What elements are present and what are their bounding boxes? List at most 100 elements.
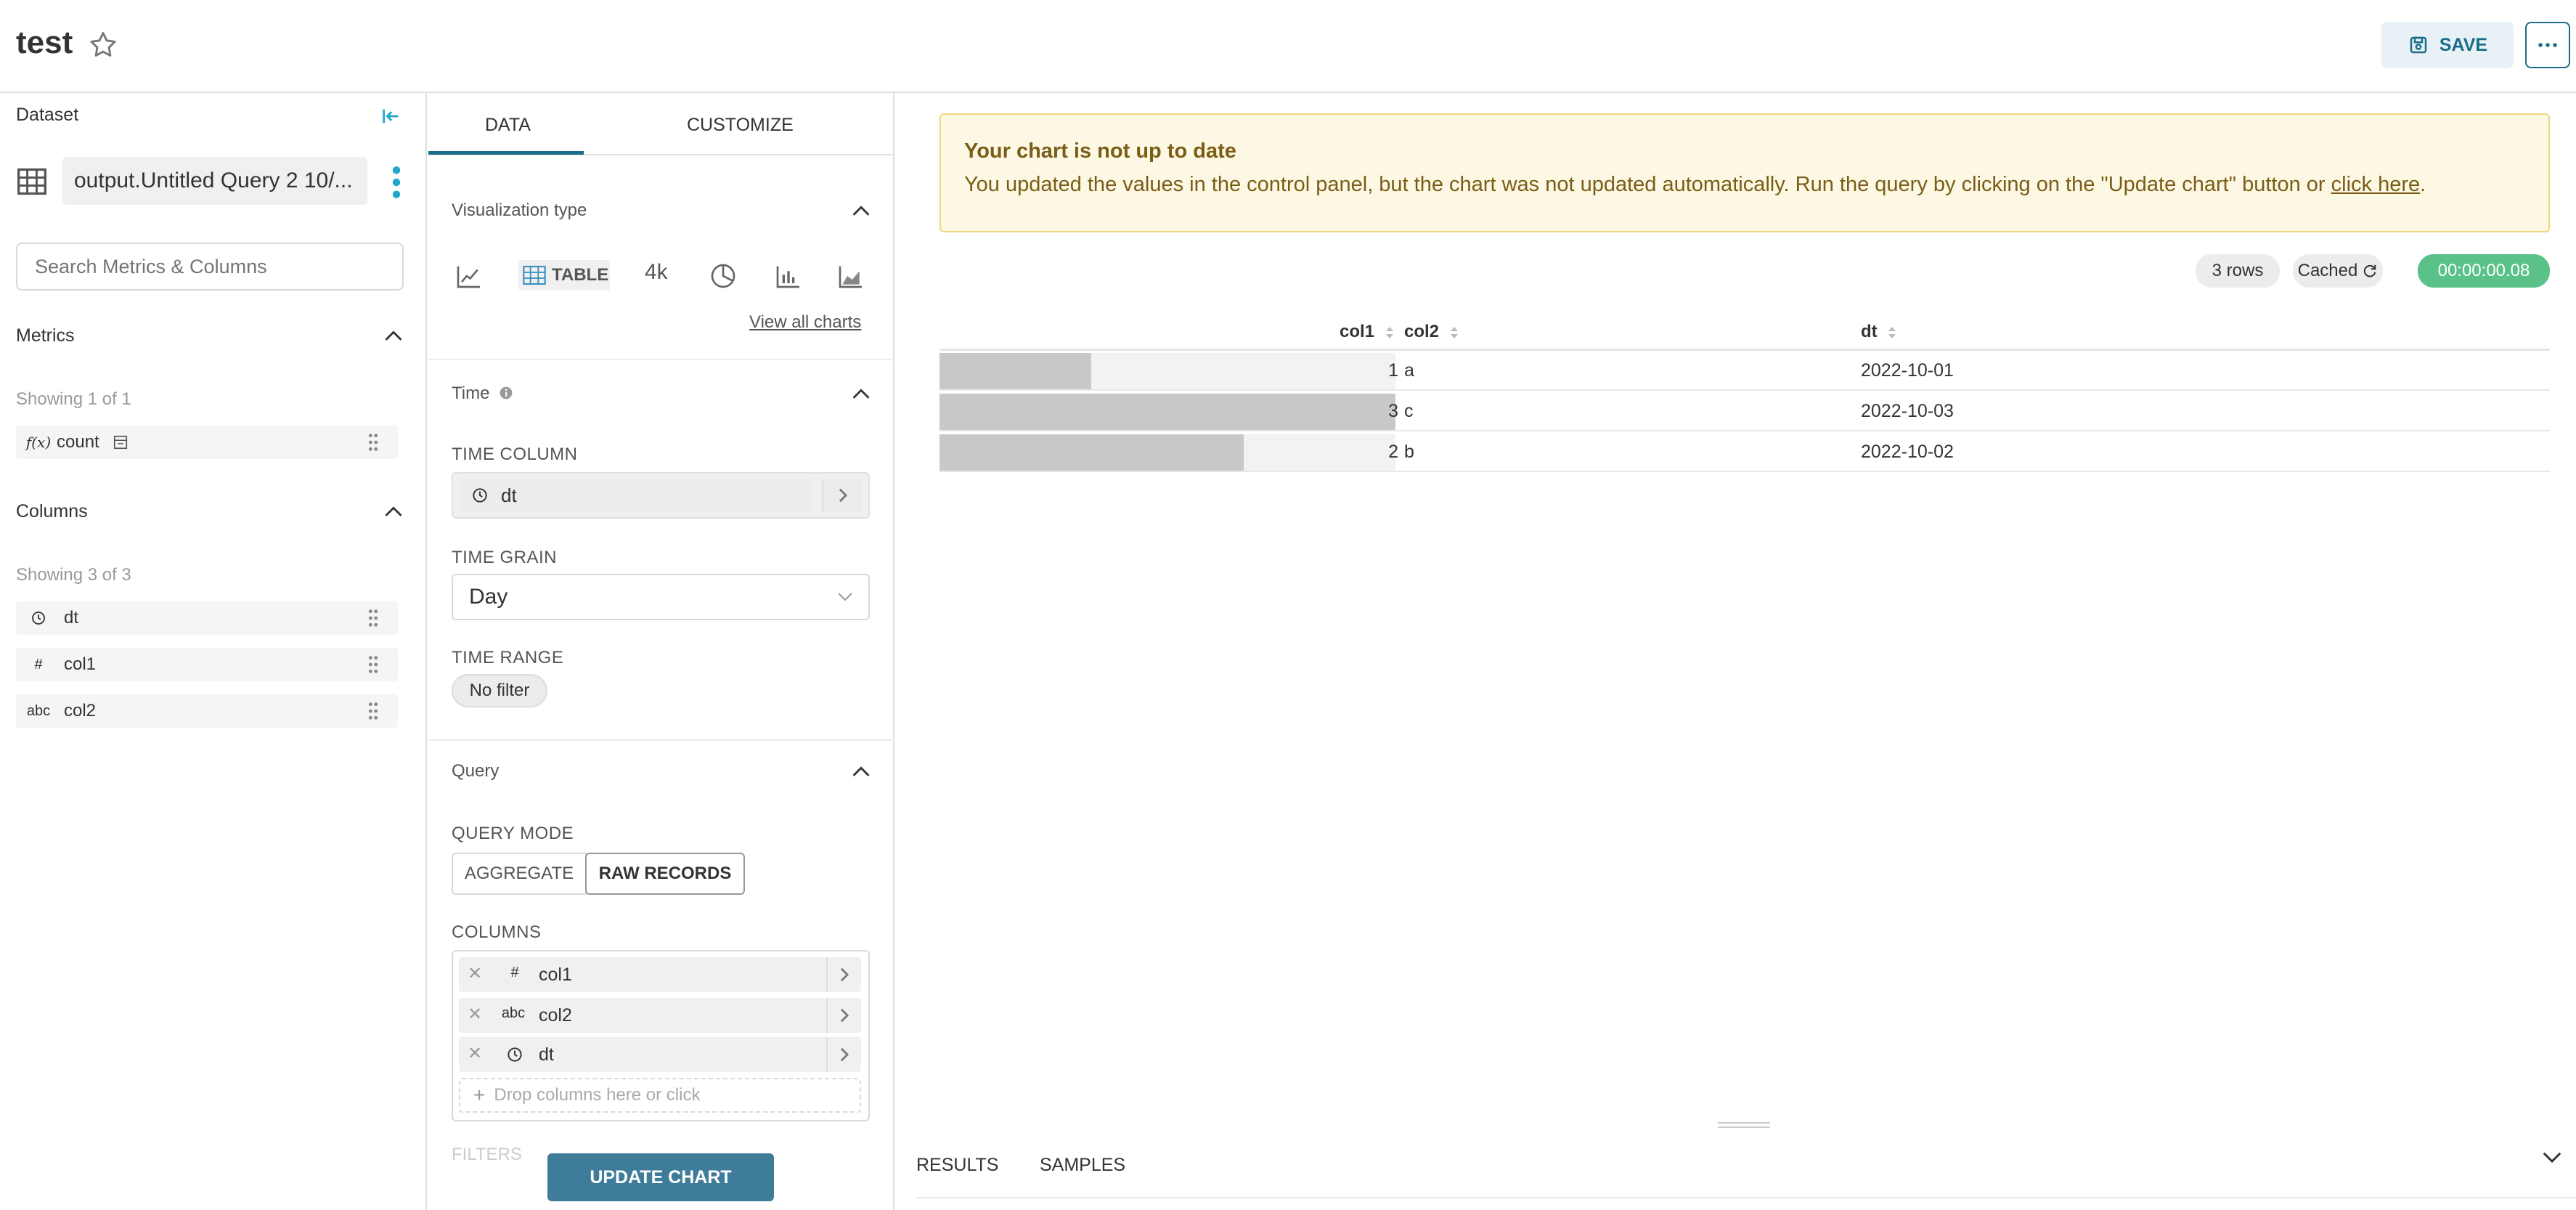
time-grain-label: TIME GRAIN (452, 548, 558, 567)
cell-col2: b (1404, 442, 1414, 462)
header-label: col1 (1340, 322, 1375, 341)
save-button[interactable]: SAVE (2381, 22, 2514, 68)
header-label: dt (1861, 322, 1878, 341)
tab-customize[interactable]: CUSTOMIZE (687, 115, 794, 136)
metrics-section-title: Metrics (16, 325, 75, 346)
chevron-right-icon (840, 1047, 849, 1062)
plus-icon: + (473, 1084, 486, 1106)
update-chart-button[interactable]: UPDATE CHART (547, 1153, 774, 1201)
drop-columns-zone[interactable]: + Drop columns here or click (459, 1078, 861, 1113)
view-all-charts-link[interactable]: View all charts (749, 312, 861, 333)
chevron-up-icon[interactable] (383, 328, 404, 343)
viz-big-number-option[interactable]: 4k (645, 260, 668, 285)
selected-column-label: col2 (539, 1005, 572, 1026)
drag-handle-icon[interactable] (367, 433, 379, 452)
time-section-title: Time (452, 383, 513, 404)
time-grain-select[interactable]: Day (452, 574, 870, 620)
time-column-select[interactable]: dt (452, 472, 870, 519)
selected-column-dt[interactable]: ✕ dt (459, 1037, 861, 1072)
active-tab-indicator (428, 151, 584, 155)
selected-column-label: col1 (539, 965, 572, 985)
chevron-right-icon (840, 967, 849, 982)
table-header-col2[interactable]: col2 (1404, 322, 1459, 342)
collapse-panel-icon[interactable] (380, 106, 401, 126)
string-icon: abc (26, 702, 51, 719)
table-header-dt[interactable]: dt (1861, 322, 1896, 342)
tab-samples[interactable]: SAMPLES (1040, 1155, 1125, 1176)
cell-col2: a (1404, 360, 1414, 381)
results-panel-border (916, 1197, 2576, 1198)
dataset-name[interactable]: output.Untitled Query 2 10/... (62, 157, 367, 205)
viz-table-option[interactable]: TABLE (518, 260, 610, 291)
chevron-down-icon[interactable] (2541, 1149, 2563, 1166)
ellipsis-icon (2538, 43, 2557, 47)
selected-column-col1[interactable]: ✕ # col1 (459, 957, 861, 992)
string-icon: abc (501, 1005, 526, 1021)
clock-icon (508, 1047, 522, 1062)
cell-dt: 2022-10-01 (1861, 360, 1954, 381)
chevron-right-icon (840, 1008, 849, 1023)
drag-handle-icon[interactable] (367, 609, 379, 628)
metric-item-count[interactable]: f(x) count (16, 426, 398, 459)
bar-chart-icon[interactable] (774, 261, 803, 291)
query-time-badge: 00:00:00.08 (2418, 254, 2550, 288)
table-header-col1[interactable]: col1 (1340, 322, 1394, 342)
chevron-up-icon[interactable] (383, 504, 404, 519)
chevron-right-icon (839, 488, 848, 503)
resize-handle-icon[interactable] (1718, 1121, 1770, 1129)
control-tabs: DATA CUSTOMIZE (428, 93, 894, 155)
dataset-menu-icon[interactable] (389, 164, 404, 200)
query-mode-label: QUERY MODE (452, 824, 574, 843)
line-chart-icon[interactable] (455, 261, 484, 291)
viz-table-label: TABLE (552, 265, 609, 285)
function-icon: f(x) (25, 434, 52, 451)
cell-col1: 1 (1388, 360, 1398, 381)
cell-col1: 3 (1388, 401, 1398, 421)
selected-column-col2[interactable]: ✕ abc col2 (459, 998, 861, 1033)
col1-bar (939, 394, 1395, 430)
area-chart-icon[interactable] (836, 261, 865, 291)
chart-title[interactable]: test (16, 25, 73, 61)
column-item-dt[interactable]: dt (16, 601, 398, 635)
remove-icon[interactable]: ✕ (468, 963, 482, 984)
table-icon (523, 265, 546, 285)
drag-handle-icon[interactable] (367, 702, 379, 720)
cell-col2: c (1404, 401, 1414, 421)
remove-icon[interactable]: ✕ (468, 1043, 482, 1064)
time-range-filter[interactable]: No filter (452, 674, 547, 707)
more-options-button[interactable] (2525, 22, 2570, 68)
info-icon[interactable] (499, 386, 513, 400)
tab-results[interactable]: RESULTS (916, 1155, 998, 1176)
chevron-up-icon[interactable] (851, 764, 871, 779)
cell-dt: 2022-10-02 (1861, 442, 1954, 462)
drag-handle-icon[interactable] (367, 655, 379, 674)
pie-chart-icon[interactable] (709, 261, 738, 291)
numeric-icon: # (34, 656, 43, 673)
chevron-up-icon[interactable] (851, 203, 871, 218)
alert-message-text: You updated the values in the control pa… (964, 173, 2331, 196)
sort-icon (1450, 326, 1458, 338)
sort-icon (1888, 326, 1896, 338)
cell-col1: 2 (1388, 442, 1398, 462)
columns-section-title: Columns (16, 501, 88, 521)
save-icon (2410, 36, 2427, 54)
chevron-up-icon[interactable] (851, 386, 871, 401)
col1-bar (939, 353, 1091, 389)
search-metrics-input[interactable] (16, 243, 404, 291)
cached-badge[interactable]: Cached (2293, 254, 2383, 288)
column-item-col1[interactable]: # col1 (16, 648, 398, 681)
time-column-label: TIME COLUMN (452, 444, 578, 464)
table-header-border (939, 349, 2550, 351)
metric-label: count (57, 432, 99, 452)
row-count-badge: 3 rows (2196, 254, 2280, 288)
remove-icon[interactable]: ✕ (468, 1004, 482, 1025)
query-mode-aggregate[interactable]: AGGREGATE (452, 853, 587, 895)
column-item-col2[interactable]: abc col2 (16, 694, 398, 728)
favorite-star-icon[interactable] (87, 29, 119, 61)
click-here-link[interactable]: click here (2331, 173, 2421, 196)
tab-data[interactable]: DATA (485, 115, 531, 136)
query-section-title: Query (452, 761, 500, 781)
time-grain-value: Day (469, 585, 508, 609)
viz-type-title: Visualization type (452, 200, 587, 220)
query-mode-raw-records[interactable]: RAW RECORDS (585, 853, 745, 895)
